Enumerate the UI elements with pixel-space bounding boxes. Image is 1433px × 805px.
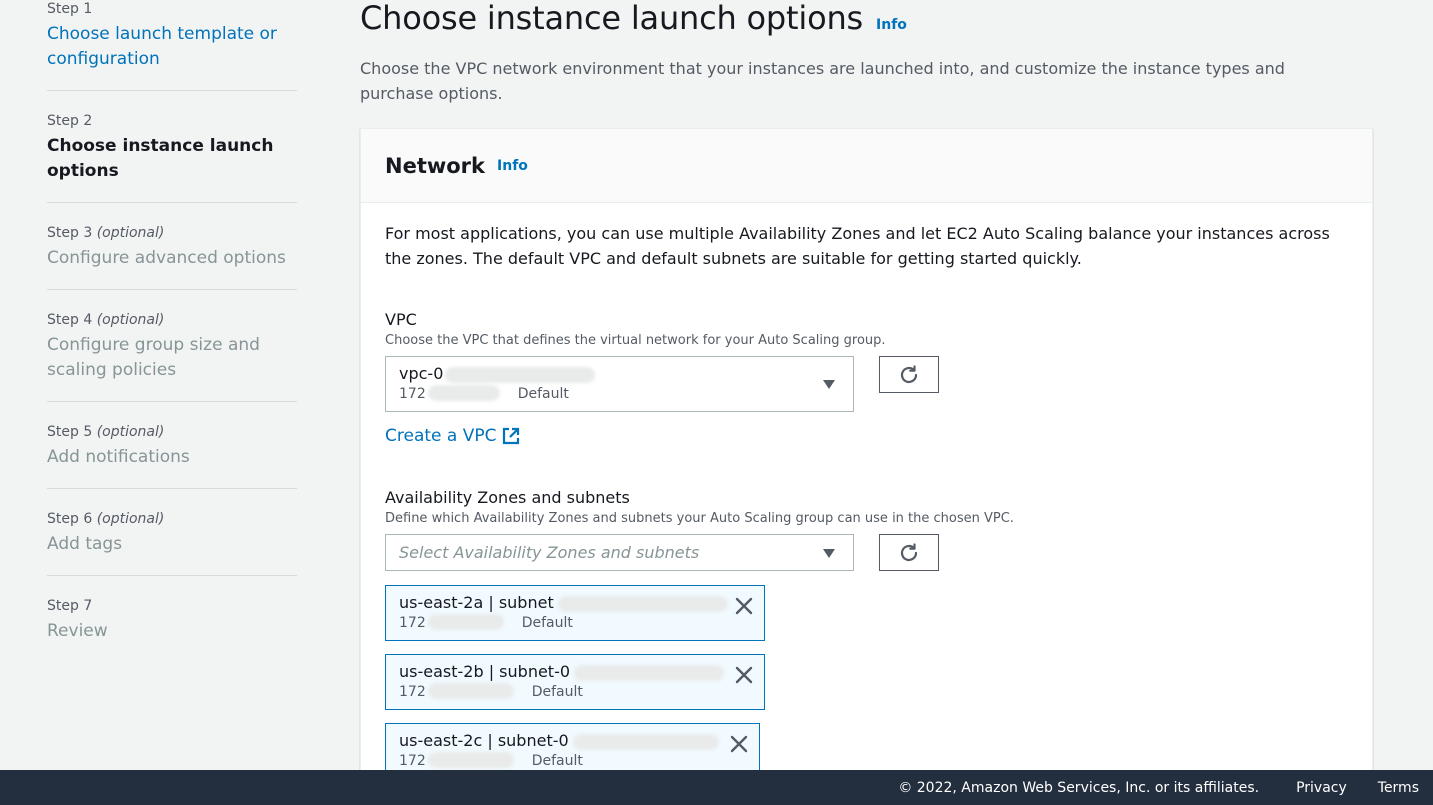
- vpc-refresh-button[interactable]: [879, 356, 939, 393]
- console-footer: © 2022, Amazon Web Services, Inc. or its…: [0, 770, 1433, 805]
- network-panel-header: Network Info: [361, 129, 1372, 203]
- network-panel-body: For most applications, you can use multi…: [361, 203, 1372, 779]
- zones-placeholder: Select Availability Zones and subnets: [399, 543, 700, 562]
- caret-down-icon: [823, 380, 835, 389]
- page-heading: Choose instance launch options Info: [360, 0, 1373, 45]
- step-number: Step 6 (optional): [47, 511, 165, 527]
- redacted-mask: [445, 366, 596, 383]
- footer-copyright: © 2022, Amazon Web Services, Inc. or its…: [898, 779, 1260, 796]
- vpc-default-tag: Default: [517, 386, 569, 402]
- subnet-token-label: us-east-2c | subnet-0: [399, 730, 746, 752]
- main-content: Choose instance launch options Info Choo…: [360, 0, 1373, 805]
- create-vpc-label: Create a VPC: [385, 426, 497, 446]
- step-3-title: Configure advanced options: [47, 248, 286, 268]
- step-5-title: Add notifications: [47, 447, 190, 467]
- zones-control-row: Select Availability Zones and subnets: [385, 534, 1348, 571]
- subnet-token: us-east-2a | subnet 172 Default: [385, 585, 765, 641]
- vpc-label: VPC: [385, 310, 417, 329]
- step-5: Step 5 (optional) Add notifications: [47, 423, 297, 489]
- step-number: Step 7: [47, 598, 93, 614]
- step-2-current: Choose instance launch options: [47, 136, 274, 181]
- step-number: Step 4 (optional): [47, 312, 165, 328]
- redacted-mask: [427, 385, 500, 401]
- vpc-select[interactable]: vpc-0 172 Default: [385, 356, 854, 412]
- step-4: Step 4 (optional) Configure group size a…: [47, 311, 297, 402]
- close-icon[interactable]: [734, 665, 754, 685]
- subnet-token-detail: 172 Default: [399, 683, 583, 700]
- page: Step 1 Choose launch template or configu…: [0, 0, 1433, 805]
- redacted-mask: [572, 733, 719, 750]
- subnet-token-detail: 172 Default: [399, 614, 573, 631]
- refresh-icon: [900, 542, 918, 561]
- step-7-title: Review: [47, 621, 108, 641]
- wizard-steps-nav: Step 1 Choose launch template or configu…: [47, 0, 297, 683]
- redacted-mask: [427, 752, 514, 768]
- step-number: Step 3 (optional): [47, 225, 165, 241]
- step-number: Step 2: [47, 113, 93, 129]
- page-title: Choose instance launch options: [360, 0, 864, 37]
- vpc-description: Choose the VPC that defines the virtual …: [385, 333, 886, 348]
- step-1-link[interactable]: Choose launch template or configuration: [47, 22, 297, 72]
- vpc-selected-detail: 172 Default: [399, 385, 569, 402]
- network-description: For most applications, you can use multi…: [385, 224, 1330, 268]
- vpc-control-row: vpc-0 172 Default: [385, 356, 1348, 412]
- redacted-mask: [427, 614, 504, 630]
- step-4-title: Configure group size and scaling policie…: [47, 335, 260, 380]
- zones-select[interactable]: Select Availability Zones and subnets: [385, 534, 854, 571]
- close-icon[interactable]: [729, 734, 749, 754]
- page-description: Choose the VPC network environment that …: [360, 59, 1285, 103]
- subnet-token-label: us-east-2a | subnet: [399, 592, 751, 614]
- subnet-tokens: us-east-2a | subnet 172 Default us-east-…: [385, 585, 1348, 779]
- step-1: Step 1 Choose launch template or configu…: [47, 0, 297, 91]
- subnet-default-tag: Default: [531, 684, 583, 700]
- footer-privacy-link[interactable]: Privacy: [1296, 780, 1347, 796]
- subnet-token: us-east-2b | subnet-0 172 Default: [385, 654, 765, 710]
- step-6-title: Add tags: [47, 534, 123, 554]
- caret-down-icon: [823, 548, 835, 558]
- subnet-default-tag: Default: [521, 615, 573, 631]
- redacted-mask: [557, 595, 728, 612]
- create-vpc-link[interactable]: Create a VPC: [385, 426, 520, 446]
- step-3: Step 3 (optional) Configure advanced opt…: [47, 224, 297, 290]
- subnet-token-label: us-east-2b | subnet-0: [399, 661, 751, 683]
- footer-terms-link[interactable]: Terms: [1378, 780, 1419, 796]
- step-7: Step 7 Review: [47, 597, 297, 662]
- refresh-icon: [900, 364, 918, 383]
- step-2: Step 2 Choose instance launch options: [47, 112, 297, 203]
- network-panel: Network Info For most applications, you …: [360, 128, 1373, 805]
- zones-description: Define which Availability Zones and subn…: [385, 511, 1014, 526]
- zones-label: Availability Zones and subnets: [385, 488, 630, 507]
- network-info-link[interactable]: Info: [497, 158, 528, 174]
- network-panel-title: Network: [385, 153, 486, 178]
- page-info-link[interactable]: Info: [876, 17, 907, 33]
- close-icon[interactable]: [734, 596, 754, 616]
- redacted-mask: [574, 664, 725, 681]
- redacted-mask: [427, 683, 514, 699]
- step-number: Step 1: [47, 1, 93, 17]
- zones-refresh-button[interactable]: [879, 534, 939, 571]
- subnet-default-tag: Default: [531, 753, 583, 769]
- step-6: Step 6 (optional) Add tags: [47, 510, 297, 576]
- step-number: Step 5 (optional): [47, 424, 165, 440]
- vpc-selected-id: vpc-0: [399, 363, 840, 385]
- external-link-icon: [503, 427, 520, 445]
- subnet-token-detail: 172 Default: [399, 752, 583, 769]
